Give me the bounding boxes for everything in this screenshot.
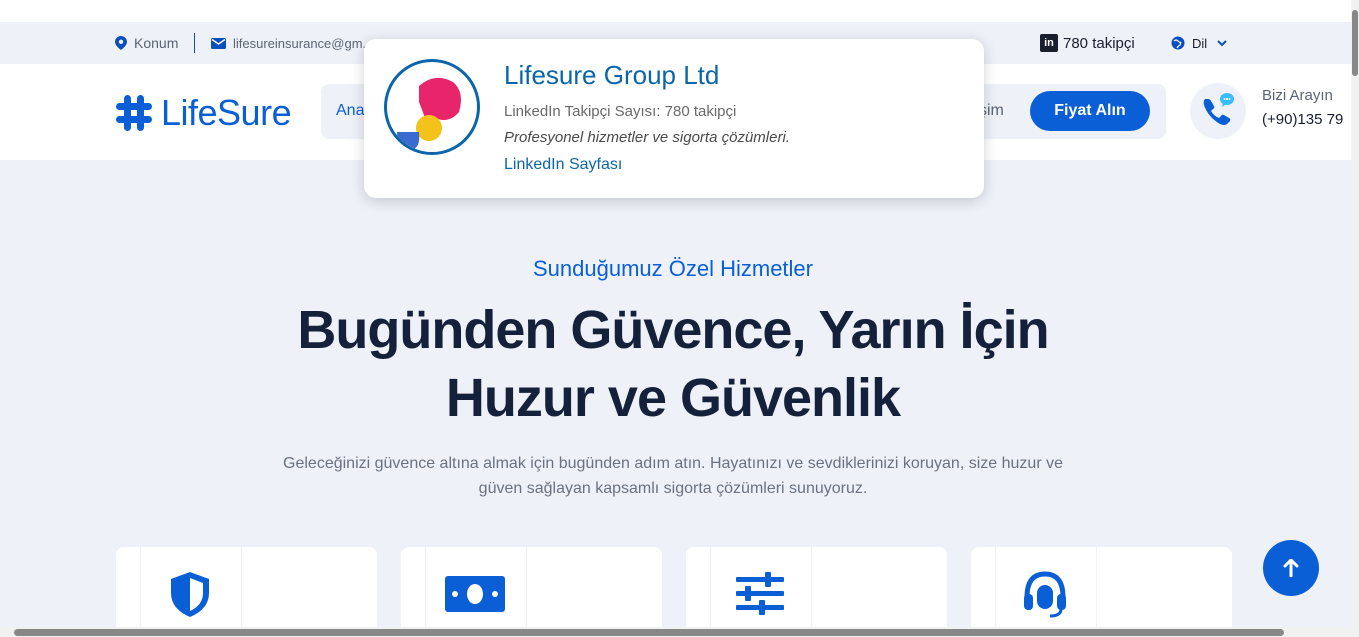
hero-title: Bugünden Güvence, Yarın İçin Huzur ve Gü… [0, 296, 1346, 432]
location-pin-icon [115, 36, 127, 50]
service-card[interactable] [116, 547, 377, 637]
company-logo-icon [397, 77, 461, 150]
logo-text: LifeSure [161, 92, 292, 133]
service-card[interactable] [401, 547, 662, 637]
popup-followers: LinkedIn Takipçi Sayısı: 780 takipçi [504, 103, 737, 120]
site-logo[interactable]: LifeSure [115, 92, 292, 134]
topbar-divider [194, 33, 195, 53]
company-logo [384, 59, 480, 155]
phone-chat-icon [1203, 93, 1234, 125]
popup-company-name[interactable]: Lifesure Group Ltd [504, 60, 719, 91]
envelope-icon [211, 37, 226, 49]
top-strip [0, 0, 1351, 22]
hero-title-line-2: Huzur ve Güvenlik [445, 368, 901, 428]
sliders-icon [736, 572, 784, 615]
email-label: lifesureinsurance@gm... [233, 35, 374, 51]
followers-label: 780 takipçi [1063, 34, 1135, 52]
linkedin-icon: in [1040, 34, 1058, 52]
language-label: Dil [1192, 35, 1208, 51]
hero-title-line-1: Bugünden Güvence, Yarın İçin [297, 300, 1049, 360]
call-number[interactable]: (+90)135 79 [1262, 111, 1343, 128]
vertical-scrollbar[interactable] [1351, 0, 1359, 637]
nav-item-home[interactable]: Ana [336, 102, 364, 120]
headset-icon [1024, 571, 1066, 618]
money-icon [445, 576, 505, 612]
hero-description: Geleceğinizi güvence altına almak için b… [283, 455, 1063, 497]
hero-subtitle: Sunduğumuz Özel Hizmetler [532, 256, 813, 281]
shield-icon [171, 572, 209, 617]
linkedin-popup: Lifesure Group Ltd LinkedIn Takipçi Sayı… [364, 39, 984, 198]
linkedin-followers[interactable]: in 780 takipçi [1040, 22, 1135, 64]
horizontal-scrollbar-thumb[interactable] [14, 629, 1284, 636]
get-quote-button[interactable]: Fiyat Alın [1030, 91, 1150, 131]
location-link[interactable]: Konum [115, 22, 178, 64]
call-label: Bizi Arayın [1262, 87, 1333, 104]
horizontal-scrollbar[interactable] [0, 627, 1351, 637]
service-card[interactable] [971, 547, 1232, 637]
vertical-scrollbar-thumb[interactable] [1352, 10, 1358, 76]
phone-contact-icon-wrap[interactable] [1190, 83, 1246, 139]
logo-mark-icon [116, 95, 152, 131]
popup-description: Profesyonel hizmetler ve sigorta çözümle… [504, 129, 790, 146]
email-link[interactable]: lifesureinsurance@gm... [211, 22, 373, 64]
scroll-to-top-button[interactable] [1263, 540, 1319, 596]
location-label: Konum [134, 35, 179, 51]
service-card[interactable] [686, 547, 947, 637]
linkedin-page-link[interactable]: LinkedIn Sayfası [504, 156, 622, 174]
chevron-down-icon [1217, 39, 1227, 46]
arrow-up-icon [1283, 559, 1299, 577]
page: Konum lifesureinsurance@gm... in 780 tak… [0, 0, 1359, 637]
language-selector[interactable]: Dil [1171, 22, 1227, 64]
globe-icon [1171, 36, 1185, 50]
